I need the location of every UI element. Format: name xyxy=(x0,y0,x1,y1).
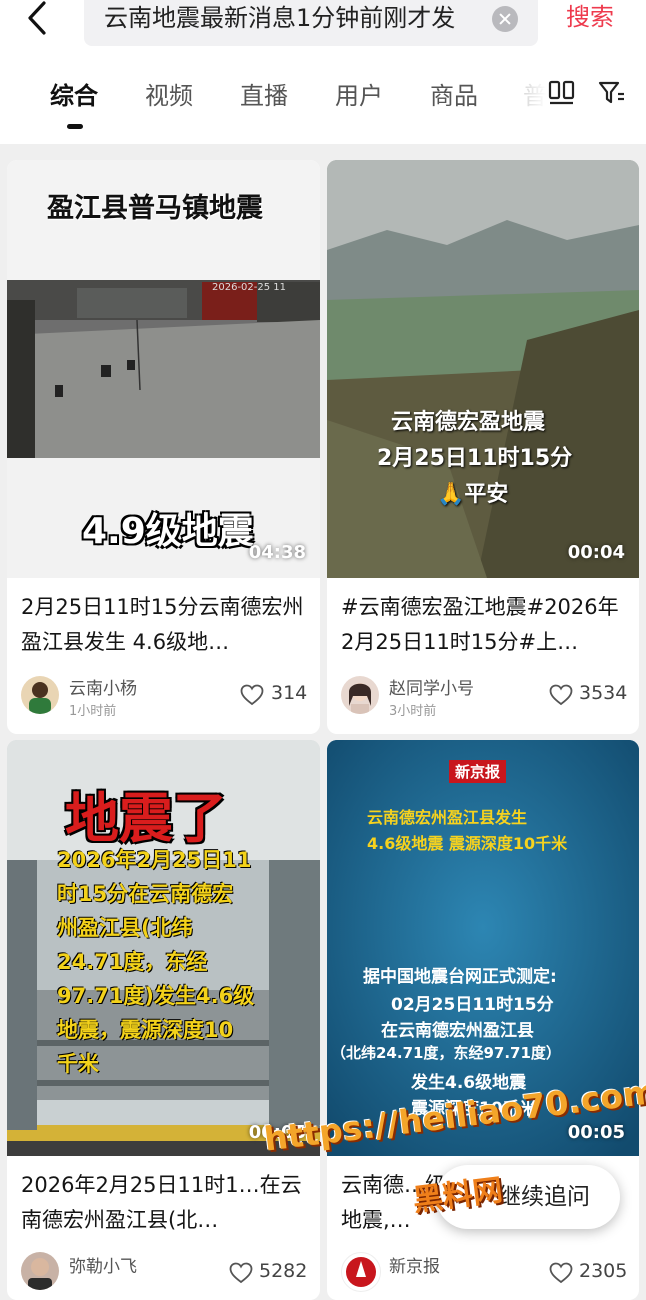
heart-icon[interactable] xyxy=(240,684,264,706)
avatar[interactable] xyxy=(21,676,59,714)
heart-icon[interactable] xyxy=(549,1262,573,1284)
mountain-landscape-image xyxy=(327,160,639,578)
video-duration: 04:38 xyxy=(248,542,306,563)
author-name[interactable]: 弥勒小飞 xyxy=(69,1252,137,1277)
avatar[interactable] xyxy=(21,1252,59,1290)
heart-icon[interactable] xyxy=(549,684,573,706)
tab-users[interactable]: 用户 xyxy=(335,76,383,111)
thumbnail-text-line: 据中国地震台网正式测定: xyxy=(363,967,557,987)
thumbnail-caption-bottom: 4.9级地震 xyxy=(82,511,254,552)
thumbnail-text-line: 02月25日11时15分 xyxy=(391,995,554,1015)
video-title: 2026年2月25日11时1…在云南德宏州盈江县(北… xyxy=(21,1173,302,1232)
thumbnail-text-line: 2026年2月25日11 xyxy=(57,848,252,872)
thumbnail-line-3: 🙏平安 xyxy=(437,482,509,507)
thumbnail-headline: 4.6级地震 震源深度10千米 xyxy=(367,834,568,853)
heart-icon[interactable] xyxy=(229,1262,253,1284)
user-avatar-image xyxy=(29,682,51,714)
news-logo-avatar xyxy=(346,1257,376,1287)
author-name[interactable]: 新京报 xyxy=(389,1252,440,1277)
like-count: 2305 xyxy=(579,1260,628,1282)
thumbnail-text-line: 地震，震源深度10 xyxy=(57,1018,234,1042)
post-time: 3小时前 xyxy=(389,704,437,719)
filter-icon[interactable] xyxy=(598,80,626,106)
video-thumbnail: 地震了 2026年2月25日11 时15分在云南德宏 州盈江县(北纬 24.71… xyxy=(7,740,320,1156)
thumbnail-headline: 云南德宏州盈江县发生 xyxy=(367,808,528,827)
search-header: 云南地震最新消息1分钟前刚才发 搜索 xyxy=(0,0,646,58)
thumbnail-headline: 地震了 xyxy=(65,787,227,850)
tab-active-indicator xyxy=(67,124,83,129)
tab-products[interactable]: 商品 xyxy=(430,76,478,111)
clear-circle-icon[interactable] xyxy=(492,6,518,32)
tab-video[interactable]: 视频 xyxy=(145,76,193,111)
video-thumbnail: 云南德宏盈地震 2月25日11时15分 🙏平安 00:04 xyxy=(327,160,639,578)
like-count: 5282 xyxy=(259,1260,308,1282)
search-query: 云南地震最新消息1分钟前刚才发 xyxy=(104,4,456,32)
thumbnail-text-line: （北纬24.71度，东经97.71度） xyxy=(331,1044,561,1062)
thumbnail-text-line: 在云南德宏州盈江县 xyxy=(381,1021,534,1041)
thumbnail-text-line: 时15分在云南德宏 xyxy=(57,882,234,906)
news-brand-badge: 新京报 xyxy=(449,760,507,783)
search-input[interactable]: 云南地震最新消息1分钟前刚才发 xyxy=(84,0,538,46)
back-button[interactable] xyxy=(22,0,70,40)
author-name[interactable]: 云南小杨 xyxy=(69,674,137,699)
thumbnail-timestamp: 2026-02-25 11 xyxy=(212,282,287,293)
thumbnail-caption-top: 盈江县普马镇地震 xyxy=(47,193,263,224)
like-count: 3534 xyxy=(579,682,628,704)
like-count: 314 xyxy=(271,682,308,704)
user-avatar-image xyxy=(28,1258,52,1290)
video-duration: 00:04 xyxy=(567,542,625,563)
thumbnail-line-1: 云南德宏盈地震 xyxy=(391,410,546,435)
thumbnail-text-line: 州盈江县(北纬 xyxy=(57,916,193,940)
video-duration: 00:05 xyxy=(567,1122,625,1143)
avatar[interactable] xyxy=(341,676,379,714)
thumbnail-text-line: 24.71度，东经 xyxy=(57,950,208,974)
video-card[interactable]: 云南德宏盈地震 2月25日11时15分 🙏平安 00:04 #云南德宏盈江地震#… xyxy=(327,160,639,734)
follow-up-label: 继续追问 xyxy=(498,1184,590,1210)
video-card[interactable]: 地震了 2026年2月25日11 时15分在云南德宏 州盈江县(北纬 24.71… xyxy=(7,740,320,1300)
post-time: 1小时前 xyxy=(69,704,117,719)
tab-all[interactable]: 综合 xyxy=(50,76,98,111)
avatar[interactable] xyxy=(341,1252,381,1292)
thumbnail-text-line: 千米 xyxy=(57,1052,99,1076)
tab-live[interactable]: 直播 xyxy=(240,76,288,111)
video-title: #云南德宏盈江地震#2026年2月25日11时15分#上… xyxy=(341,595,619,654)
chevron-left-icon xyxy=(28,1,46,35)
thumbnail-text-line: 97.71度)发生4.6级 xyxy=(57,984,255,1008)
author-name[interactable]: 赵同学小号 xyxy=(389,674,474,699)
video-thumbnail: 盈江县普马镇地震 2026-02-25 11 4.9级地震 04:38 xyxy=(7,160,320,578)
video-title: 2月25日11时15分云南德宏州盈江县发生 4.6级地… xyxy=(21,595,304,654)
video-card[interactable]: 盈江县普马镇地震 2026-02-25 11 4.9级地震 04:38 2月25… xyxy=(7,160,320,734)
result-tabs: 综合 视频 直播 用户 商品 普 xyxy=(0,58,646,144)
thumbnail-line-2: 2月25日11时15分 xyxy=(377,446,573,471)
user-avatar-image xyxy=(349,683,371,714)
dual-column-icon[interactable] xyxy=(548,80,576,106)
search-button[interactable]: 搜索 xyxy=(566,0,614,36)
